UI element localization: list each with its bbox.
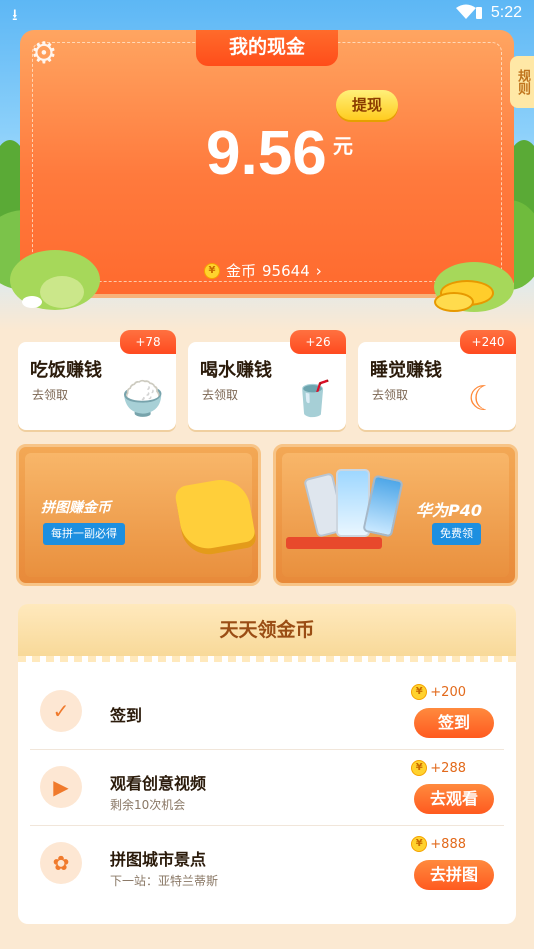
download-icon: ⭳ bbox=[12, 5, 18, 24]
calendar-check-icon: ✓ bbox=[40, 690, 82, 732]
task-reward-badge: +26 bbox=[290, 330, 346, 354]
banner-button[interactable]: 每拼一副必得 bbox=[43, 523, 125, 545]
daily-task-list: ✓ 签到 ¥ +200 签到 ▶ 观看创意视频 剩余10次机会 ¥ +288 去… bbox=[18, 656, 516, 924]
daily-row-puzzle: ✿ 拼图城市景点 下一站：亚特兰蒂斯 ¥ +888 去拼图 bbox=[30, 826, 504, 902]
daily-row-sub: 下一站：亚特兰蒂斯 bbox=[110, 874, 219, 888]
coin-balance-link[interactable]: ¥ 金币 95644 › bbox=[204, 260, 322, 281]
withdraw-button[interactable]: 提现 bbox=[336, 90, 398, 120]
coin-icon: ¥ bbox=[204, 262, 220, 279]
gear-icon[interactable]: ⚙ bbox=[26, 36, 62, 72]
dashed-divider bbox=[18, 656, 516, 662]
task-claim-link[interactable]: 去领取 bbox=[372, 386, 408, 403]
daily-row-sub: 剩余10次机会 bbox=[110, 798, 186, 812]
coin-icon: ¥ bbox=[411, 684, 428, 700]
status-time: 5:22 bbox=[490, 4, 522, 21]
daily-row-reward: ¥ +888 bbox=[411, 836, 466, 852]
task-claim-link[interactable]: 去领取 bbox=[32, 386, 68, 403]
status-bar: ⭳ 5:22 bbox=[0, 0, 534, 28]
banner-button[interactable]: 免费领 bbox=[432, 523, 481, 545]
banner-title: 拼图赚金币 bbox=[41, 500, 111, 516]
huawei-p40-banner[interactable]: 华为P40 免费领 bbox=[273, 444, 518, 586]
daily-row-video: ▶ 观看创意视频 剩余10次机会 ¥ +288 去观看 bbox=[30, 750, 504, 826]
bush-decoration bbox=[40, 276, 84, 308]
task-reward-badge: +240 bbox=[460, 330, 516, 354]
watch-video-button[interactable]: 去观看 bbox=[414, 784, 494, 814]
wifi-icon bbox=[456, 4, 476, 19]
task-card-sleep[interactable]: +240 睡觉赚钱 去领取 ☾ bbox=[358, 330, 516, 430]
daily-row-name: 拼图城市景点 bbox=[110, 850, 207, 869]
signin-button[interactable]: 签到 bbox=[414, 708, 494, 738]
coin-icon: ¥ bbox=[411, 836, 428, 852]
puzzle-earn-banner[interactable]: 拼图赚金币 每拼一副必得 bbox=[16, 444, 261, 586]
cash-card-title: 我的现金 bbox=[196, 30, 338, 66]
ribbon-decoration bbox=[286, 537, 382, 549]
daily-row-name: 签到 bbox=[110, 706, 143, 725]
coin-icon: ¥ bbox=[411, 760, 428, 776]
chevron-right-icon: › bbox=[315, 261, 322, 280]
coin-label: 金币 bbox=[226, 262, 257, 280]
video-play-icon: ▶ bbox=[40, 766, 82, 808]
daily-row-reward: ¥ +200 bbox=[411, 684, 466, 700]
banner-title: 华为P40 bbox=[416, 501, 482, 520]
reward-amount: +888 bbox=[430, 836, 466, 852]
task-name: 吃饭赚钱 bbox=[30, 360, 102, 381]
task-reward-badge: +78 bbox=[120, 330, 176, 354]
rules-tab[interactable]: 规则 bbox=[510, 56, 534, 108]
rice-bowl-icon: 🍚 bbox=[121, 379, 165, 419]
task-name: 睡觉赚钱 bbox=[370, 360, 442, 381]
go-puzzle-button[interactable]: 去拼图 bbox=[414, 860, 494, 890]
moon-sleep-icon: ☾ bbox=[467, 379, 499, 419]
cup-icon: 🥤 bbox=[291, 379, 335, 419]
daily-coins-title: 天天领金币 bbox=[18, 604, 516, 656]
cash-unit: 元 bbox=[333, 134, 353, 158]
daily-row-signin: ✓ 签到 ¥ +200 签到 bbox=[30, 674, 504, 750]
cash-amount: 9.56 bbox=[206, 119, 327, 188]
battery-icon bbox=[476, 7, 482, 19]
flower-decoration bbox=[22, 296, 42, 308]
task-card-eat[interactable]: +78 吃饭赚钱 去领取 🍚 bbox=[18, 330, 176, 430]
daily-row-name: 观看创意视频 bbox=[110, 774, 207, 793]
task-claim-link[interactable]: 去领取 bbox=[202, 386, 238, 403]
daily-row-reward: ¥ +288 bbox=[411, 760, 466, 776]
my-cash-card: 我的现金 ⚙ 9.56 元 提现 ¥ 金币 95644 › bbox=[20, 30, 514, 294]
task-card-drink[interactable]: +26 喝水赚钱 去领取 🥤 bbox=[188, 330, 346, 430]
reward-amount: +288 bbox=[430, 760, 466, 776]
reward-amount: +200 bbox=[430, 684, 466, 700]
task-name: 喝水赚钱 bbox=[200, 360, 272, 381]
coin-value: 95644 bbox=[262, 261, 310, 280]
puzzle-piece-icon: ✿ bbox=[40, 842, 82, 884]
gold-coins-decoration bbox=[434, 292, 474, 312]
